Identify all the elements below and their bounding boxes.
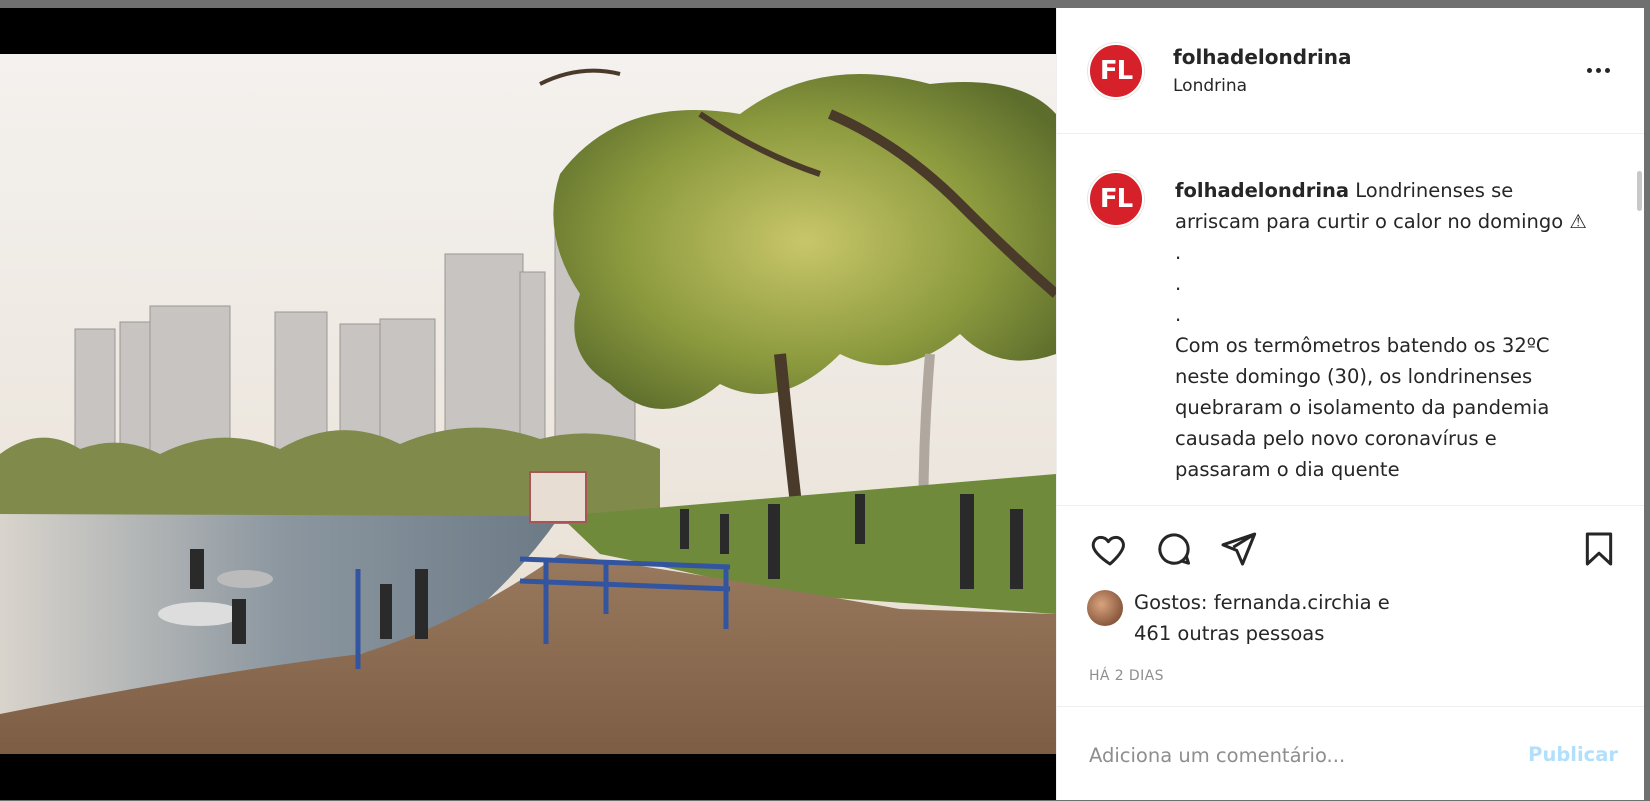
caption-author-avatar[interactable]: FL — [1088, 171, 1144, 227]
likes-text[interactable]: Gostos: fernanda.circhia e 461 outras pe… — [1134, 587, 1390, 649]
post-header: FL folhadelondrina Londrina — [1057, 8, 1644, 134]
author-username[interactable]: folhadelondrina — [1173, 45, 1352, 69]
liker-avatar[interactable] — [1087, 590, 1123, 626]
caption-text: folhadelondrina Londrinenses se arriscam… — [1175, 175, 1595, 485]
caption-body: Com os termômetros batendo os 32ºC neste… — [1175, 334, 1550, 481]
likes-line-1[interactable]: Gostos: fernanda.circhia e — [1134, 587, 1390, 618]
caption-dot: . — [1175, 272, 1182, 295]
post-photo[interactable] — [0, 54, 1056, 754]
author-avatar[interactable]: FL — [1088, 43, 1144, 99]
comment-box: Publicar — [1057, 706, 1644, 801]
post-side-panel: FL folhadelondrina Londrina FL folhadelo… — [1056, 8, 1644, 800]
heart-icon[interactable] — [1087, 526, 1133, 572]
bookmark-icon[interactable] — [1576, 526, 1622, 572]
comment-icon[interactable] — [1151, 526, 1197, 572]
post-modal: FL folhadelondrina Londrina FL folhadelo… — [0, 8, 1644, 800]
post-actions: Gostos: fernanda.circhia e 461 outras pe… — [1057, 505, 1644, 800]
likes-line-2[interactable]: 461 outras pessoas — [1134, 618, 1390, 649]
caption-dot: . — [1175, 303, 1182, 326]
caption-dot: . — [1175, 241, 1182, 264]
screen-frame: FL folhadelondrina Londrina FL folhadelo… — [0, 0, 1650, 800]
post-media[interactable] — [0, 8, 1056, 800]
post-location[interactable]: Londrina — [1173, 76, 1247, 96]
caption-area: FL folhadelondrina Londrinenses se arris… — [1057, 135, 1644, 505]
likes-summary[interactable]: Gostos: fernanda.circhia e 461 outras pe… — [1087, 587, 1390, 649]
more-options-icon[interactable] — [1578, 50, 1618, 90]
comment-input[interactable] — [1089, 737, 1519, 773]
lake-park-photo — [0, 54, 1056, 754]
caption-username[interactable]: folhadelondrina — [1175, 179, 1349, 202]
caption-scrollbar[interactable] — [1637, 171, 1642, 211]
post-timestamp[interactable]: HÁ 2 DIAS — [1089, 668, 1164, 684]
publish-button[interactable]: Publicar — [1528, 743, 1618, 766]
paper-plane-icon[interactable] — [1215, 526, 1261, 572]
